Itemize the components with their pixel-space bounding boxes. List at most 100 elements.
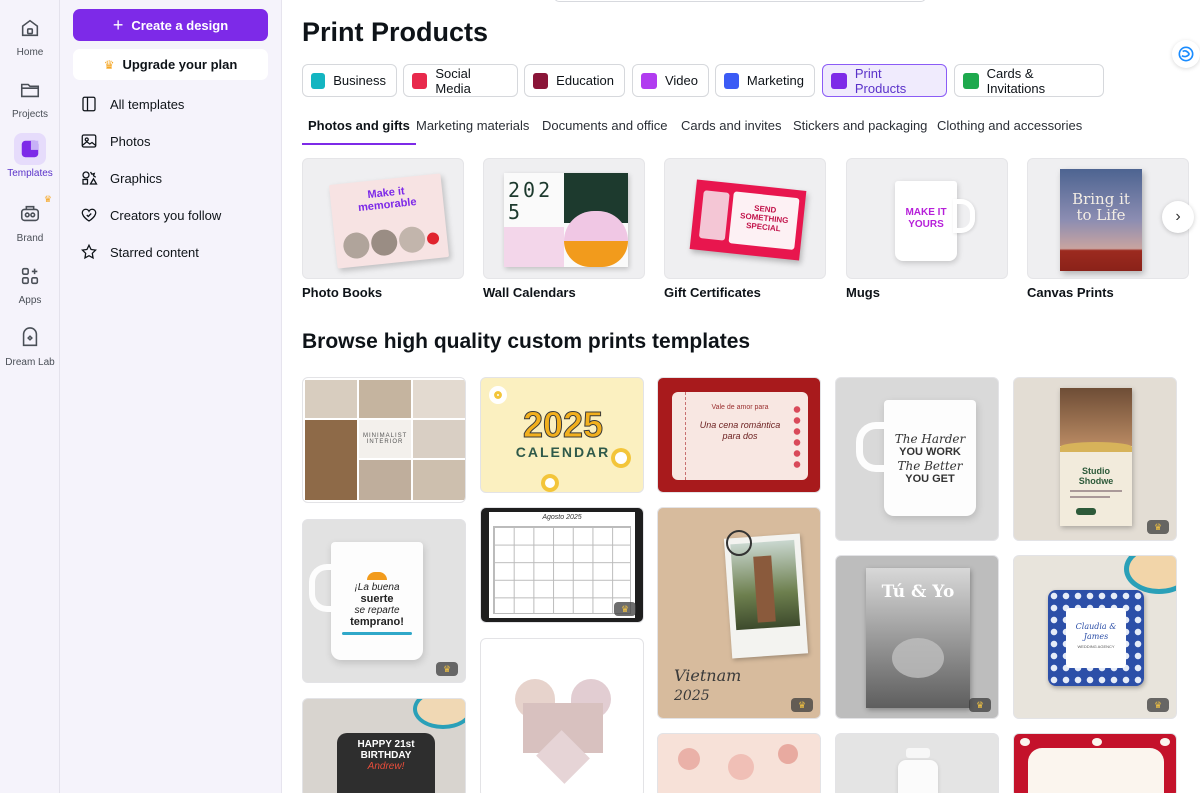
nav-starred-label: Starred content — [110, 244, 199, 260]
category-canvas-prints[interactable]: Bring it to Life Canvas Prints — [1027, 158, 1189, 300]
canvas-prints-thumb-text: Bring it to Life — [1072, 190, 1130, 224]
tab-clothing-and-accessories[interactable]: Clothing and accessories — [937, 118, 1082, 144]
pro-crown-badge: ♛ — [791, 698, 813, 712]
chip-print-products[interactable]: Print Products — [822, 64, 947, 97]
nav-starred-content[interactable]: Starred content — [80, 240, 199, 264]
chevron-right-icon: › — [1175, 208, 1181, 225]
template-text: CALENDAR — [515, 444, 611, 460]
create-design-button[interactable]: + Create a design — [73, 9, 268, 41]
tab-documents-and-office[interactable]: Documents and office — [542, 118, 668, 144]
template-card-2025-calendar[interactable]: 2025 CALENDAR — [480, 377, 644, 493]
nav-all-templates-label: All templates — [110, 96, 185, 112]
heart-icon — [81, 208, 97, 222]
chip-cards-invitations-label: Cards & Invitations — [986, 65, 1046, 96]
chip-business[interactable]: Business — [302, 64, 397, 97]
chip-marketing-label: Marketing — [746, 73, 804, 88]
star-icon — [81, 243, 97, 260]
template-card-heart-collage[interactable] — [480, 638, 644, 793]
rail-apps-label: Apps — [18, 295, 42, 306]
tab-marketing-materials[interactable]: Marketing materials — [416, 118, 529, 144]
rail-templates[interactable]: Templates — [0, 133, 60, 179]
rail-apps[interactable]: Apps — [0, 260, 60, 306]
template-text: HAPPY 21st BIRTHDAY — [357, 739, 415, 761]
template-text: Una cena romántica para dos — [699, 420, 781, 441]
wall-calendars-label: Wall Calendars — [483, 285, 576, 300]
template-card-wedding-coaster[interactable]: Claudia & James WEDDING AGENCY ♛ — [1013, 555, 1177, 719]
chip-education[interactable]: Education — [524, 64, 625, 97]
tab-photos-and-gifts[interactable]: Photos and gifts — [302, 118, 416, 145]
category-photo-books[interactable]: Make it memorable Photo Books — [302, 158, 464, 300]
template-text: 2025 — [674, 688, 710, 704]
assistant-button[interactable] — [1172, 40, 1200, 68]
template-card-birthday-coaster[interactable]: HAPPY 21st BIRTHDAY Andrew! — [302, 698, 466, 793]
template-text: Studio Shodwe — [1078, 466, 1114, 486]
mugs-label: Mugs — [846, 285, 880, 300]
carousel-next-button[interactable]: › — [1162, 201, 1194, 233]
wall-calendars-thumb-text: 2025 — [508, 178, 554, 224]
template-text: suerte — [360, 593, 394, 605]
dream-lab-icon — [22, 327, 38, 347]
photo-books-thumbnail: Make it memorable — [302, 158, 464, 279]
template-card-red-bows[interactable] — [1013, 733, 1177, 793]
rail-home[interactable]: Home — [0, 12, 60, 58]
category-wall-calendars[interactable]: 2025 Wall Calendars — [483, 158, 645, 300]
home-icon — [21, 19, 39, 37]
chip-video[interactable]: Video — [632, 64, 709, 97]
search-bar[interactable] — [554, 0, 926, 2]
nav-graphics[interactable]: Graphics — [80, 166, 162, 190]
main-content: Print Products Business Social Media Edu… — [282, 0, 1200, 793]
rail-home-label: Home — [16, 47, 44, 58]
chip-video-label: Video — [664, 73, 698, 88]
mugs-thumbnail: MAKE IT YOURS — [846, 158, 1008, 279]
template-text: Agosto 2025 — [542, 514, 582, 521]
template-text: The Harder — [894, 432, 966, 446]
nav-photos-label: Photos — [110, 133, 151, 149]
plus-icon: + — [112, 15, 124, 35]
template-card-minimalist-interior[interactable]: MINIMALIST INTERIOR — [302, 377, 466, 503]
tab-stickers-and-packaging[interactable]: Stickers and packaging — [793, 118, 927, 144]
templates-icon — [21, 140, 39, 158]
invitation-icon — [963, 72, 979, 89]
template-card-monthly-calendar[interactable]: Agosto 2025 ♛ — [480, 507, 644, 623]
graduation-cap-icon — [533, 72, 549, 89]
template-text: YOU WORK — [899, 446, 961, 458]
chip-cards-invitations[interactable]: Cards & Invitations — [954, 64, 1104, 97]
chip-social-media[interactable]: Social Media — [403, 64, 518, 97]
template-text: Vietnam — [674, 666, 742, 685]
crown-icon: ♛ — [43, 194, 52, 204]
category-gift-certificates[interactable]: SEND SOMETHING SPECIAL Gift Certificates — [664, 158, 826, 300]
template-card-tu-y-yo[interactable]: Tú & Yo ♛ — [835, 555, 999, 719]
template-card-love-voucher[interactable]: Vale de amor para Una cena romántica par… — [657, 377, 821, 493]
pro-crown-badge: ♛ — [969, 698, 991, 712]
template-card-bottle[interactable] — [835, 733, 999, 793]
template-card-mug-harder[interactable]: The Harder YOU WORK The Better YOU GET — [835, 377, 999, 541]
mugs-thumb-text: MAKE IT YOURS — [905, 207, 947, 230]
upgrade-plan-label: Upgrade your plan — [122, 57, 238, 72]
rail-brand[interactable]: ♛ Brand — [0, 194, 60, 244]
rail-dream-lab[interactable]: Dream Lab — [0, 322, 60, 368]
chip-marketing[interactable]: Marketing — [715, 64, 815, 97]
gift-certificates-thumbnail: SEND SOMETHING SPECIAL — [664, 158, 826, 279]
video-icon — [641, 72, 657, 89]
template-text: temprano! — [350, 616, 404, 628]
rail-dream-lab-label: Dream Lab — [5, 357, 55, 368]
nav-all-templates[interactable]: All templates — [80, 92, 184, 116]
template-card-studio-shodwe[interactable]: Studio Shodwe ♛ — [1013, 377, 1177, 541]
upgrade-plan-button[interactable]: ♛ Upgrade your plan — [73, 49, 268, 80]
templates-panel: + Create a design ♛ Upgrade your plan Al… — [60, 0, 282, 793]
folder-icon — [20, 83, 40, 98]
nav-creators-you-follow[interactable]: Creators you follow — [80, 203, 221, 227]
chip-education-label: Education — [556, 73, 614, 88]
image-icon — [81, 134, 97, 148]
template-card-floral[interactable] — [657, 733, 821, 793]
wall-calendars-thumbnail: 2025 — [483, 158, 645, 279]
rail-projects[interactable]: Projects — [0, 74, 60, 120]
template-text: Tú & Yo — [881, 582, 955, 602]
template-text: Andrew! — [367, 761, 405, 772]
template-card-mug-buena-suerte[interactable]: ¡La buena suerte se reparte temprano! ♛ — [302, 519, 466, 683]
tab-cards-and-invites[interactable]: Cards and invites — [681, 118, 781, 144]
template-card-vietnam-postcard[interactable]: Vietnam 2025 ♛ — [657, 507, 821, 719]
template-text: se reparte — [354, 605, 400, 616]
nav-photos[interactable]: Photos — [80, 129, 150, 153]
category-mugs[interactable]: MAKE IT YOURS Mugs — [846, 158, 1008, 300]
